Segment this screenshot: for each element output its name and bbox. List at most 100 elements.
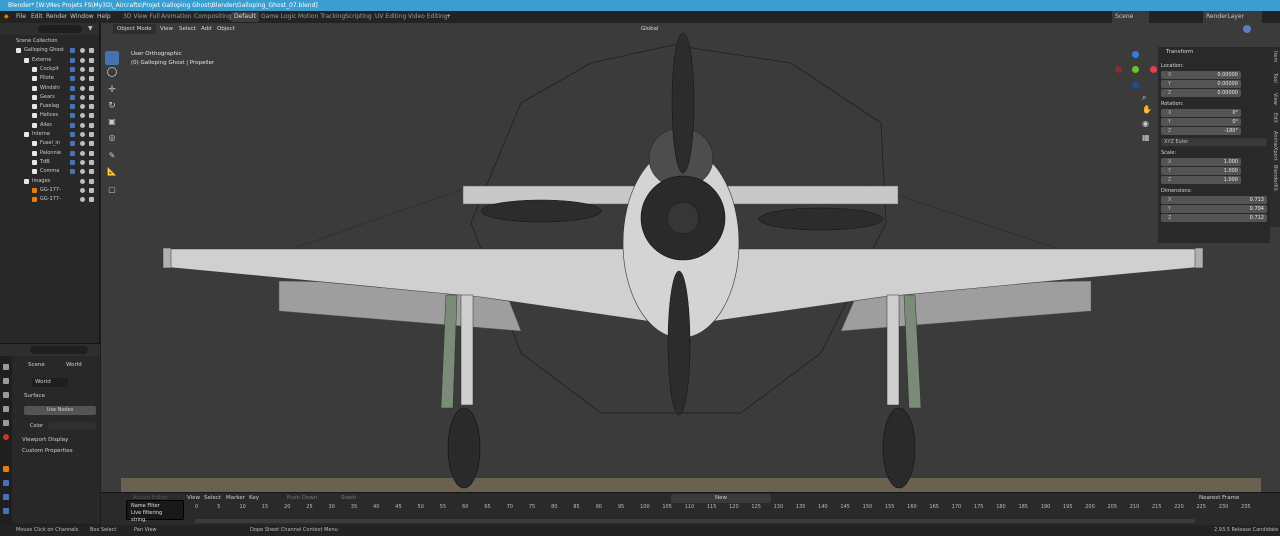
custom-properties-section[interactable]: Custom Properties	[22, 448, 73, 454]
render-camera-icon[interactable]	[89, 76, 94, 82]
view-layer-tab-icon[interactable]	[3, 406, 9, 412]
outliner-row[interactable]: Images	[0, 177, 100, 186]
visibility-eye-icon[interactable]	[80, 48, 85, 54]
modifier-tab-icon[interactable]	[3, 480, 9, 486]
render-camera-icon[interactable]	[89, 169, 94, 175]
exclude-checkbox[interactable]	[70, 104, 75, 110]
outliner-row[interactable]: Helices	[0, 111, 100, 120]
pan-hand-icon[interactable]: ✋	[1142, 105, 1152, 114]
render-camera-icon[interactable]	[89, 187, 94, 193]
tab-scripting[interactable]: Scripting	[342, 12, 375, 22]
exclude-checkbox[interactable]	[70, 122, 75, 128]
gizmo-x-axis[interactable]	[1150, 66, 1157, 73]
outliner-row[interactable]: Cockpit	[0, 65, 100, 74]
render-camera-icon[interactable]	[89, 122, 94, 128]
gizmo-z-axis[interactable]	[1132, 51, 1139, 58]
outliner-row[interactable]: Gears	[0, 93, 100, 102]
visibility-eye-icon[interactable]	[80, 85, 85, 91]
render-camera-icon[interactable]	[89, 132, 94, 137]
surface-section-label[interactable]: Surface	[24, 393, 45, 399]
tab-motion-tracking[interactable]: Motion Tracking	[295, 12, 348, 22]
rotation-mode-selector[interactable]: XYZ Euler	[1161, 138, 1267, 146]
exclude-checkbox[interactable]	[70, 57, 75, 63]
timeline-menu-view[interactable]: View	[187, 495, 200, 501]
visibility-eye-icon[interactable]	[80, 187, 85, 193]
gizmo-neg-x-axis[interactable]	[1115, 66, 1122, 73]
visibility-eye-icon[interactable]	[80, 150, 85, 156]
scene-selector[interactable]: Scene	[1112, 11, 1150, 23]
color-swatch[interactable]	[48, 422, 96, 430]
scale-y-field[interactable]: Y 1.000	[1161, 167, 1241, 175]
timeline-menu-marker[interactable]: Marker	[226, 495, 245, 501]
outliner-row[interactable]: Pilote	[0, 74, 100, 83]
render-camera-icon[interactable]	[89, 104, 94, 110]
exclude-checkbox[interactable]	[70, 113, 75, 119]
outliner-row[interactable]: GG-177-	[0, 186, 100, 195]
sidebar-tab-edit[interactable]: Edit	[1272, 113, 1278, 123]
object-tab-icon[interactable]	[3, 466, 9, 472]
exclude-checkbox[interactable]	[70, 48, 75, 54]
exclude-checkbox[interactable]	[70, 141, 75, 147]
outliner-row[interactable]: Fusel_in	[0, 139, 100, 148]
visibility-eye-icon[interactable]	[80, 66, 85, 72]
3d-viewport[interactable]: Object Mode View Select Add Object Globa…	[101, 23, 1280, 492]
visibility-eye-icon[interactable]	[80, 141, 85, 147]
outliner-row[interactable]: Ailes	[0, 121, 100, 130]
particles-tab-icon[interactable]	[3, 494, 9, 500]
exclude-checkbox[interactable]	[70, 150, 75, 156]
timeline-ruler[interactable]: 0 5 10 15 20 25 30 35 40 45 50 55 60 65 70 75 80 85 90 95 10…	[101, 503, 1280, 515]
aircraft-model[interactable]	[101, 23, 1280, 492]
scene-tab-icon[interactable]	[3, 420, 9, 426]
camera-view-icon[interactable]: ◉	[1142, 119, 1149, 128]
outliner-row[interactable]: Palonnie	[0, 149, 100, 158]
render-camera-icon[interactable]	[89, 150, 94, 156]
snap-mode-selector[interactable]: Nearest Frame	[1199, 495, 1239, 501]
render-camera-icon[interactable]	[89, 85, 94, 91]
render-layer-selector[interactable]: RenderLayer	[1203, 11, 1263, 23]
tab-compositing[interactable]: Compositing	[191, 12, 235, 22]
sidebar-tab-animexport[interactable]: AnimeXport	[1272, 131, 1278, 161]
visibility-eye-icon[interactable]	[80, 76, 85, 82]
render-camera-icon[interactable]	[89, 94, 94, 100]
render-camera-icon[interactable]	[89, 57, 94, 63]
output-tab-icon[interactable]	[3, 392, 9, 398]
visibility-eye-icon[interactable]	[80, 104, 85, 110]
scale-x-field[interactable]: X 1.000	[1161, 158, 1241, 166]
tab-default[interactable]: Default	[231, 12, 259, 22]
outliner-row[interactable]: Externe	[0, 56, 100, 65]
gizmo-neg-z-axis[interactable]	[1132, 82, 1139, 89]
menu-edit[interactable]: Edit	[31, 11, 43, 23]
render-camera-icon[interactable]	[89, 141, 94, 147]
render-camera-icon[interactable]	[89, 113, 94, 119]
menu-window[interactable]: Window	[70, 11, 94, 23]
physics-tab-icon[interactable]	[3, 508, 9, 514]
visibility-eye-icon[interactable]	[80, 169, 85, 175]
outliner-row[interactable]: Scene Collection	[0, 37, 100, 46]
exclude-checkbox[interactable]	[70, 132, 75, 137]
menu-help[interactable]: Help	[97, 11, 111, 23]
navigation-gizmo[interactable]	[1111, 49, 1161, 99]
exclude-checkbox[interactable]	[70, 66, 75, 72]
new-action-button[interactable]: New	[671, 494, 771, 503]
exclude-checkbox[interactable]	[70, 94, 75, 100]
properties-search-field[interactable]	[30, 346, 88, 354]
gizmo-y-axis[interactable]	[1132, 66, 1139, 73]
outliner-row[interactable]: GG-177-	[0, 195, 100, 204]
tab-uv-editing[interactable]: UV Editing	[372, 12, 409, 22]
visibility-eye-icon[interactable]	[80, 113, 85, 119]
zoom-icon[interactable]: ⌕	[1142, 93, 1146, 103]
exclude-checkbox[interactable]	[70, 159, 75, 165]
render-camera-icon[interactable]	[89, 159, 94, 165]
render-camera-icon[interactable]	[89, 48, 94, 54]
menu-file[interactable]: File	[16, 11, 26, 23]
use-nodes-button[interactable]: Use Nodes	[24, 406, 96, 415]
blender-logo-icon[interactable]: ◆	[4, 11, 9, 23]
tab-video-editing[interactable]: Video Editing	[405, 12, 451, 22]
tool-tab-icon[interactable]	[3, 364, 9, 370]
ortho-grid-icon[interactable]: ▦	[1142, 133, 1150, 142]
outliner-row[interactable]: Windshi	[0, 84, 100, 93]
render-camera-icon[interactable]	[89, 197, 94, 203]
world-name-field[interactable]: World	[32, 378, 68, 387]
visibility-eye-icon[interactable]	[80, 122, 85, 128]
rotation-y-field[interactable]: Y 0°	[1161, 118, 1241, 126]
